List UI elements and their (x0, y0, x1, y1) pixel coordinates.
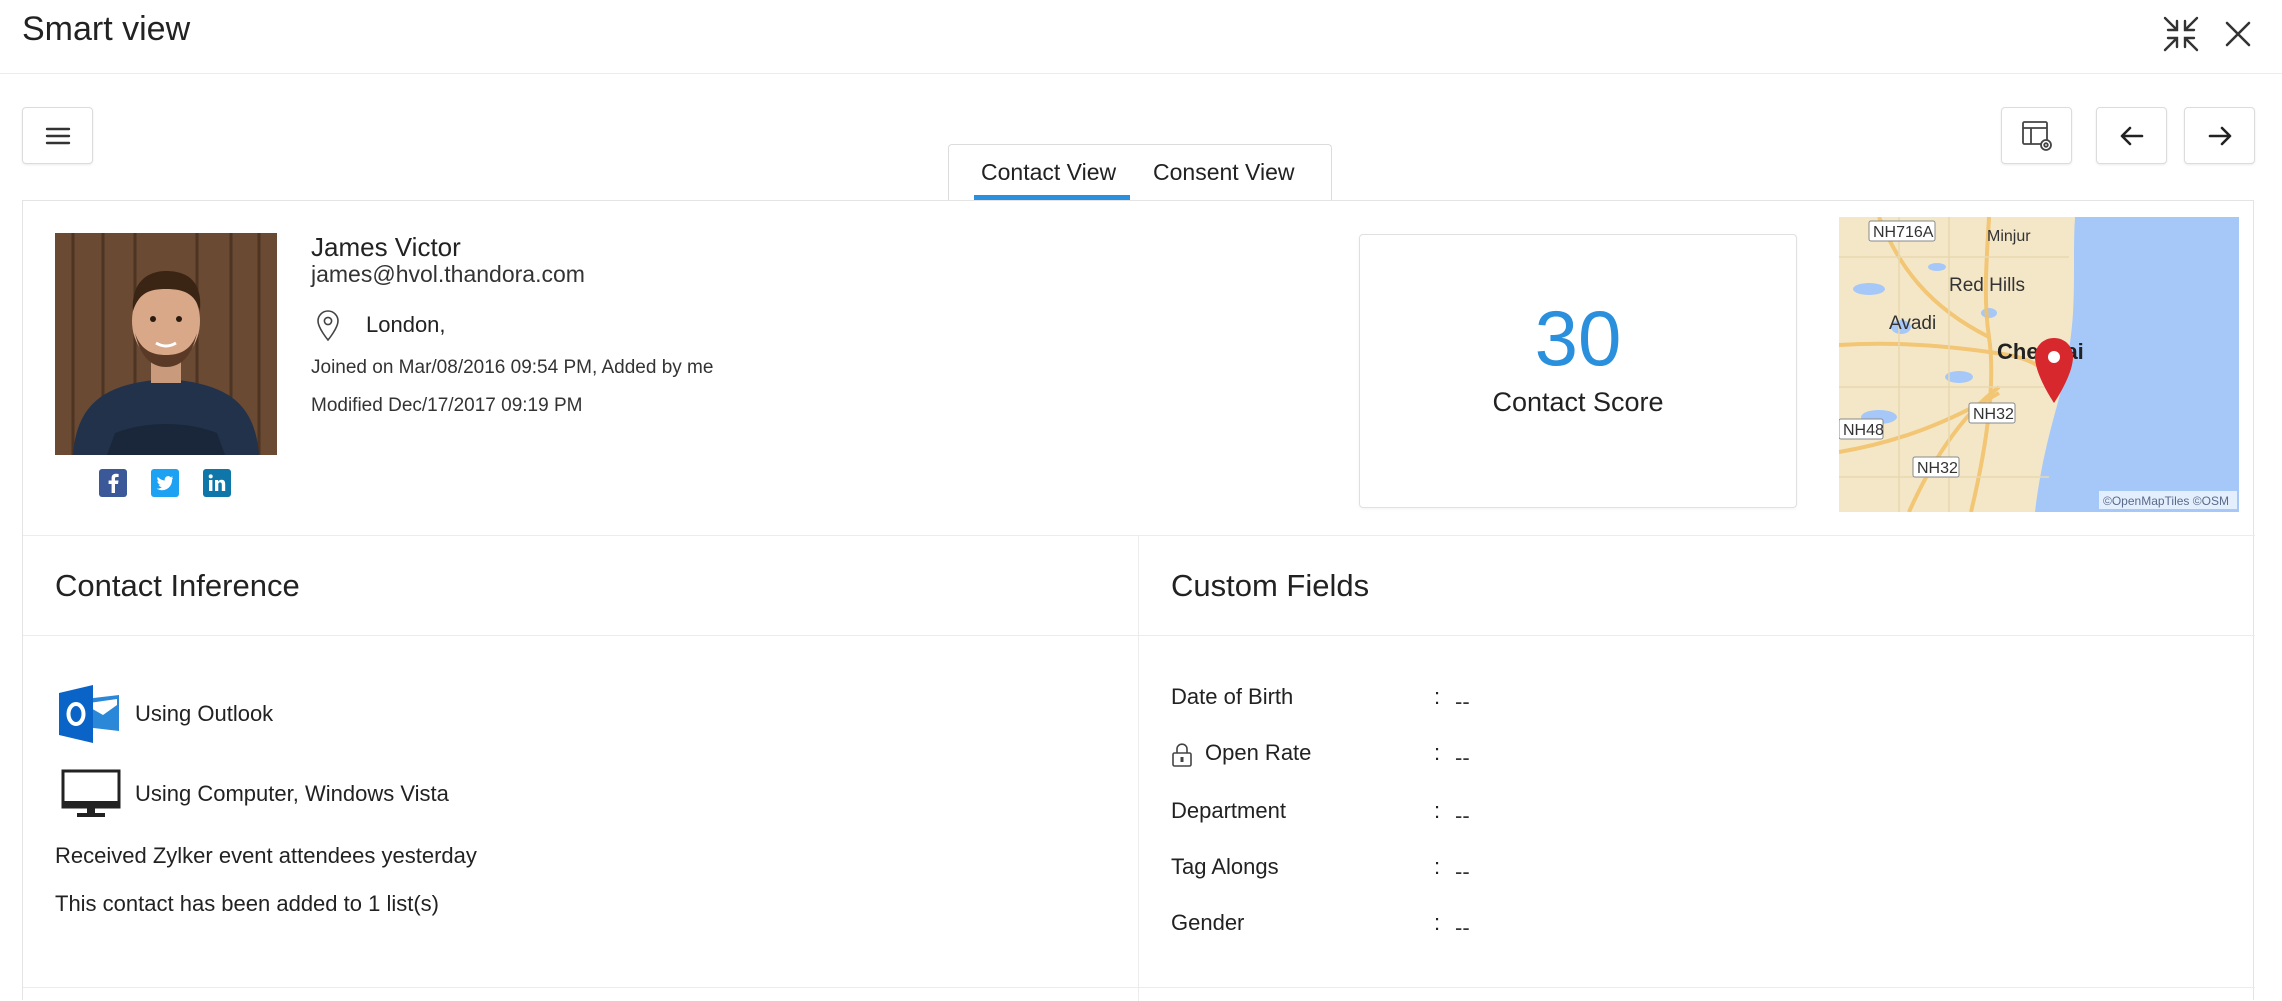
contact-score-label: Contact Score (1492, 387, 1664, 417)
field-value-date-of-birth: -- (1455, 689, 1470, 714)
map-label: NH32 (1917, 460, 1958, 477)
collapse-icon[interactable] (2161, 14, 2201, 54)
section-header-divider (23, 635, 2255, 636)
field-separator: : (1434, 798, 1441, 823)
field-separator: : (1434, 910, 1441, 935)
map-attribution: ©OpenMapTiles ©OSM (2103, 494, 2229, 508)
contact-score-value: 30 (1534, 294, 1622, 382)
field-value-gender: -- (1455, 915, 1470, 940)
header: Smart view (0, 0, 2282, 74)
field-separator: : (1434, 854, 1441, 879)
custom-fields-title: Custom Fields (1171, 568, 1370, 603)
hamburger-menu-icon (45, 127, 70, 144)
arrow-left-icon (2120, 126, 2143, 145)
contact-score-card: 30 Contact Score (1359, 234, 1797, 508)
page-title: Smart view (22, 10, 191, 48)
map-label: NH716A (1873, 224, 1934, 241)
field-value-tag-alongs: -- (1455, 859, 1470, 884)
map-label: Avadi (1889, 313, 1936, 334)
field-separator: : (1434, 684, 1441, 709)
next-button[interactable] (2184, 107, 2255, 164)
field-value-open-rate: -- (1455, 745, 1470, 770)
avatar (55, 233, 277, 455)
location-pin-icon (315, 309, 341, 343)
modified-info: Modified Dec/17/2017 09:19 PM (311, 395, 583, 416)
inference-note: This contact has been added to 1 list(s) (55, 891, 439, 916)
map-label: Red Hills (1949, 275, 2025, 296)
field-label-date-of-birth: Date of Birth (1171, 684, 1294, 709)
field-label-open-rate: Open Rate (1205, 740, 1312, 765)
facebook-icon[interactable] (99, 469, 127, 497)
close-icon[interactable] (2218, 14, 2258, 54)
section-footer-divider (23, 987, 2255, 988)
inference-item: Using Outlook (135, 701, 274, 726)
column-divider (1138, 535, 1139, 1001)
joined-info: Joined on Mar/08/2016 09:54 PM, Added by… (311, 357, 714, 378)
contact-inference-title: Contact Inference (55, 568, 300, 603)
field-separator: : (1434, 740, 1441, 765)
field-label-tag-alongs: Tag Alongs (1171, 854, 1279, 879)
arrow-right-icon (2208, 126, 2231, 145)
view-tabs: Contact View Consent View (948, 144, 1332, 200)
tab-contact-view[interactable]: Contact View (981, 159, 1116, 186)
field-value-department: -- (1455, 803, 1470, 828)
field-label-gender: Gender (1171, 910, 1245, 935)
map-label: NH32 (1973, 406, 2014, 423)
contact-email: james@hvol.thandora.com (311, 261, 585, 287)
contact-card: James Victor james@hvol.thandora.com Lon… (22, 200, 2255, 1001)
linkedin-icon[interactable] (203, 469, 231, 497)
tab-consent-view[interactable]: Consent View (1153, 159, 1295, 186)
table-settings-icon (2021, 120, 2052, 151)
computer-icon (61, 769, 121, 819)
inference-item: Using Computer, Windows Vista (135, 781, 449, 806)
map-label: Minjur (1987, 228, 2031, 245)
map-label: NH48 (1843, 422, 1884, 439)
field-label-department: Department (1171, 798, 1286, 823)
table-settings-button[interactable] (2001, 107, 2072, 164)
location-map[interactable]: NH716A Minjur Red Hills Avadi Chennai NH… (1838, 216, 2239, 513)
previous-button[interactable] (2096, 107, 2167, 164)
contact-location: London, (366, 312, 446, 337)
section-divider (23, 535, 2255, 536)
lock-icon (1171, 742, 1193, 768)
menu-button[interactable] (22, 107, 93, 164)
inference-note: Received Zylker event attendees yesterda… (55, 843, 477, 868)
contact-name: James Victor (311, 232, 461, 262)
outlook-icon (59, 685, 121, 743)
twitter-icon[interactable] (151, 469, 179, 497)
